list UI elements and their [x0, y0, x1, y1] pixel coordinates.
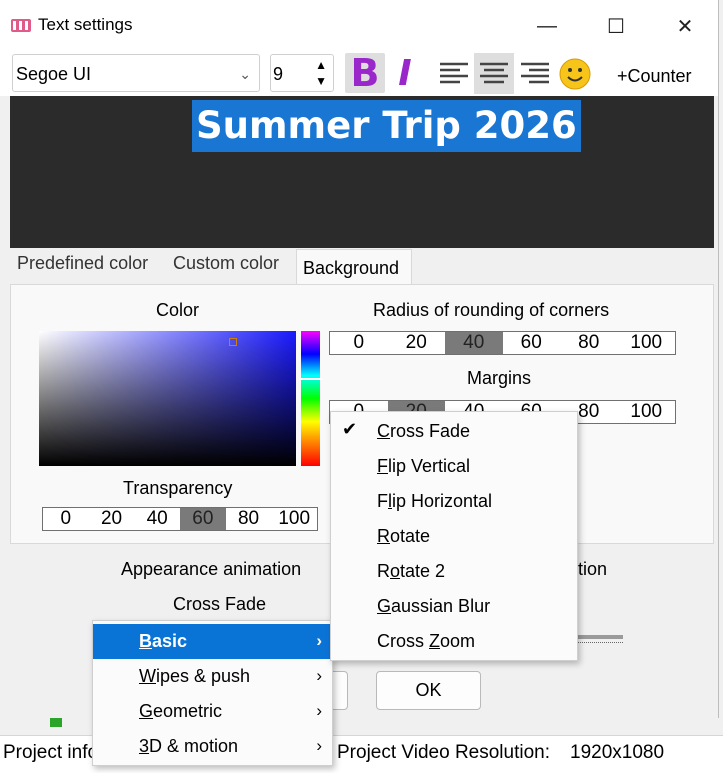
menu-item-basic[interactable]: Basic › [93, 624, 332, 659]
chevron-right-icon: › [316, 736, 322, 755]
close-button[interactable]: ✕ [652, 6, 718, 46]
submenu-item-label: Flip Horizontal [377, 491, 493, 511]
color-picker-cursor[interactable] [229, 338, 237, 346]
submenu-item-cross-fade[interactable]: ✔ Cross Fade [331, 414, 577, 449]
add-counter-button[interactable]: +Counter [617, 66, 692, 87]
appearance-animation-label: Appearance animation [121, 559, 302, 579]
submenu-item-label: Rotate [377, 526, 431, 546]
submenu-item-cross-zoom[interactable]: Cross Zoom [331, 624, 577, 659]
bold-button[interactable]: B [345, 51, 385, 95]
submenu-item-label: Rotate 2 [377, 561, 446, 581]
project-info-label: Project info [3, 742, 99, 763]
radius-tick-0[interactable]: 0 [330, 332, 388, 354]
duration-slider[interactable] [578, 635, 623, 639]
font-family-value: Segoe UI [16, 64, 92, 84]
transparency-tick-40[interactable]: 40 [134, 508, 180, 530]
color-picker[interactable] [39, 331, 296, 466]
tab-background[interactable]: Background [296, 249, 412, 285]
radius-label: Radius of rounding of corners [373, 300, 610, 320]
submenu-item-label: Gaussian Blur [377, 596, 491, 616]
ok-button[interactable]: OK [376, 671, 481, 710]
menu-item-label: Wipes & push [139, 666, 251, 686]
tab-predefined-color[interactable]: Predefined color [17, 253, 148, 274]
resolution-value: 1920x1080 [570, 742, 665, 763]
color-label: Color [156, 300, 200, 320]
align-right-icon[interactable] [517, 57, 553, 91]
transparency-tick-60[interactable]: 60 [180, 508, 226, 530]
chevron-down-icon: ⌄ [239, 66, 251, 82]
hue-slider-handle[interactable] [299, 378, 322, 380]
submenu-item-gaussian-blur[interactable]: Gaussian Blur [331, 589, 577, 624]
animation-submenu: ✔ Cross Fade Flip Vertical Flip Horizontal R… [330, 411, 578, 661]
radius-tick-20[interactable]: 20 [388, 332, 446, 354]
emoji-icon[interactable] [558, 57, 592, 91]
submenu-item-rotate-2[interactable]: Rotate 2 [331, 554, 577, 589]
submenu-item-label: Cross Fade [377, 421, 471, 441]
transparency-label: Transparency [123, 478, 233, 498]
radius-tick-40[interactable]: 40 [445, 332, 503, 354]
transparency-tick-0[interactable]: 0 [43, 508, 89, 530]
margins-label: Margins [467, 368, 532, 388]
window-title: Text settings [38, 15, 133, 34]
chevron-right-icon: › [316, 701, 322, 720]
menu-item-3d-motion[interactable]: 3D & motion › [93, 729, 332, 764]
checkmark-icon: ✔ [342, 419, 358, 439]
animation-category-menu: Basic › Wipes & push › Geometric › 3D & motion… [92, 620, 333, 766]
chevron-right-icon: › [316, 666, 322, 685]
menu-item-label: Geometric [139, 701, 223, 721]
submenu-item-label: Flip Vertical [377, 456, 471, 476]
preview-text[interactable]: Summer Trip 2026 [192, 100, 581, 152]
timeline-marker [50, 717, 62, 727]
maximize-button[interactable]: ☐ [583, 6, 649, 46]
menu-item-geometric[interactable]: Geometric › [93, 694, 332, 729]
italic-button[interactable]: I [385, 53, 425, 94]
font-size-value: 9 [273, 64, 284, 84]
radius-tick-80[interactable]: 80 [560, 332, 618, 354]
radius-scale[interactable]: 0 20 40 60 80 100 [329, 331, 676, 355]
transparency-tick-100[interactable]: 100 [271, 508, 317, 530]
spin-up-icon[interactable]: ▲ [315, 58, 327, 72]
transparency-scale[interactable]: 0 20 40 60 80 100 [42, 507, 318, 531]
hue-slider[interactable] [301, 331, 320, 466]
minimize-button[interactable]: — [514, 6, 580, 46]
radius-tick-60[interactable]: 60 [503, 332, 561, 354]
duration-slider-ticks [578, 642, 623, 647]
font-family-select[interactable]: Segoe UI ⌄ [12, 54, 260, 92]
app-icon [11, 19, 31, 32]
transparency-tick-20[interactable]: 20 [89, 508, 135, 530]
font-size-spinner[interactable]: 9 ▲ ▼ [270, 54, 334, 92]
tab-custom-color[interactable]: Custom color [173, 253, 279, 274]
margins-tick-100[interactable]: 100 [618, 401, 676, 423]
resolution-label: Project Video Resolution: [337, 742, 550, 763]
menu-item-wipes-push[interactable]: Wipes & push › [93, 659, 332, 694]
menu-item-label: 3D & motion [139, 736, 239, 756]
submenu-item-flip-vertical[interactable]: Flip Vertical [331, 449, 577, 484]
spin-down-icon[interactable]: ▼ [315, 74, 327, 88]
appearance-animation-value[interactable]: Cross Fade [173, 594, 266, 615]
align-center-icon[interactable] [476, 57, 512, 91]
submenu-item-flip-horizontal[interactable]: Flip Horizontal [331, 484, 577, 519]
submenu-item-rotate[interactable]: Rotate [331, 519, 577, 554]
chevron-right-icon: › [316, 631, 322, 650]
submenu-item-label: Cross Zoom [377, 631, 476, 651]
menu-item-label: Basic [139, 631, 188, 651]
align-left-icon[interactable] [436, 57, 472, 91]
radius-tick-100[interactable]: 100 [618, 332, 676, 354]
transparency-tick-80[interactable]: 80 [226, 508, 272, 530]
